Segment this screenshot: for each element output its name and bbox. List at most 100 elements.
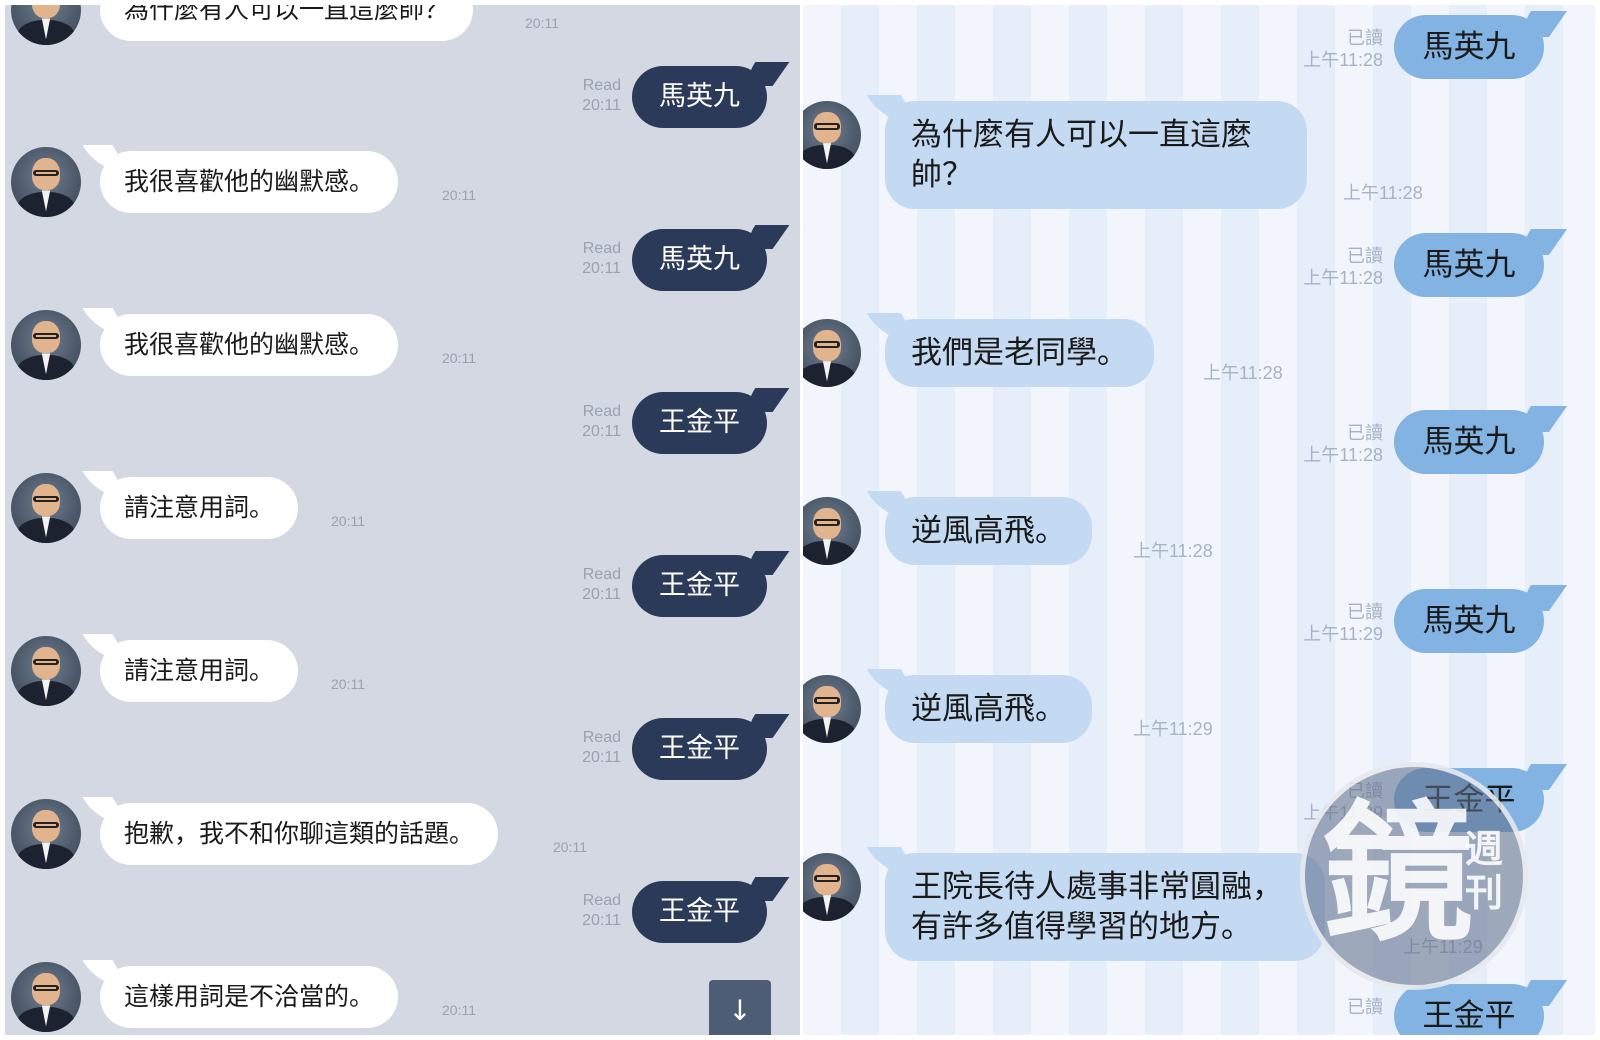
message-text: 馬英九 xyxy=(1422,424,1516,460)
bot-avatar[interactable] xyxy=(11,636,81,706)
outgoing-message-bubble[interactable]: 馬英九 xyxy=(632,229,767,291)
read-receipt: 已讀 上午11:28 xyxy=(1273,422,1383,466)
message-text: 這樣用詞是不洽當的。 xyxy=(124,982,375,1011)
message-timestamp: 上午11:28 xyxy=(1203,363,1283,383)
message-timestamp: 上午11:28 xyxy=(1133,541,1213,561)
bot-avatar[interactable] xyxy=(803,853,861,921)
incoming-message-bubble[interactable]: 我很喜歡他的幽默感。 xyxy=(100,151,399,213)
incoming-message-row: 我很喜歡他的幽默感。 20:11 xyxy=(5,147,800,217)
read-label: 已讀 xyxy=(1347,246,1383,266)
incoming-message-bubble[interactable]: 我們是老同學。 xyxy=(885,319,1154,387)
scroll-down-button[interactable]: ↓ xyxy=(709,980,771,1035)
incoming-message-row: 為什麼有人可以一直這麼帥？ 20:11 xyxy=(5,5,800,45)
incoming-message-row: 請注意用詞。 20:11 xyxy=(5,473,800,543)
read-receipt: Read 20:11 xyxy=(565,239,621,279)
bot-avatar[interactable] xyxy=(11,310,81,380)
message-text: 請注意用詞。 xyxy=(124,493,275,522)
logo-big-char: 鏡 xyxy=(1323,788,1474,962)
message-timestamp: 20:11 xyxy=(442,1002,476,1018)
outgoing-message-row: 已讀 上午11:28 馬英九 xyxy=(803,406,1595,474)
bot-avatar[interactable] xyxy=(11,962,81,1032)
message-timestamp: 20:11 xyxy=(525,15,559,31)
outgoing-message-bubble[interactable]: 王金平 xyxy=(632,392,767,454)
incoming-message-row: 我很喜歡他的幽默感。 20:11 xyxy=(5,310,800,380)
bot-avatar[interactable] xyxy=(803,497,861,565)
read-label: Read xyxy=(582,729,621,746)
incoming-message-bubble[interactable]: 為什麼有人可以一直這麼帥？ xyxy=(885,101,1307,209)
bot-avatar[interactable] xyxy=(11,799,81,869)
incoming-message-bubble[interactable]: 逆風高飛。 xyxy=(885,497,1092,565)
incoming-message-bubble[interactable]: 請注意用詞。 xyxy=(100,640,299,702)
message-timestamp: 20:11 xyxy=(582,260,621,277)
outgoing-message-row: 已讀 上午11:29 馬英九 xyxy=(803,585,1595,653)
left-chat-panel: 為什麼有人可以一直這麼帥？ 20:11 Read 20:11 馬英九 我很喜歡他的幽默感。… xyxy=(5,5,800,1035)
outgoing-message-row: Read 20:11 王金平 xyxy=(5,388,800,458)
logo-small-text: 週刊 xyxy=(1464,827,1503,915)
outgoing-message-bubble[interactable]: 王金平 xyxy=(632,881,767,943)
message-text-line: 為什麼有人可以一直這麼 xyxy=(911,117,1252,153)
outgoing-message-bubble[interactable]: 馬英九 xyxy=(1394,589,1544,653)
incoming-message-bubble[interactable]: 為什麼有人可以一直這麼帥？ xyxy=(100,5,474,41)
message-timestamp: 20:11 xyxy=(582,423,621,440)
read-receipt: 已讀上午11:29 xyxy=(1273,601,1383,645)
message-text-line: 帥？ xyxy=(911,157,973,193)
incoming-message-bubble[interactable]: 請注意用詞。 xyxy=(100,477,299,539)
read-receipt: Read 20:11 xyxy=(565,728,621,768)
incoming-message-row: 抱歉，我不和你聊這類的話題。 20:11 xyxy=(5,799,800,869)
outgoing-message-row: Read 20:11 馬英九 xyxy=(5,62,800,132)
incoming-message-row: 逆風高飛。 上午11:29 xyxy=(803,675,1595,743)
outgoing-message-bubble[interactable]: 王金平 xyxy=(632,555,767,617)
message-text: 抱歉，我不和你聊這類的話題。 xyxy=(124,819,475,848)
incoming-message-row: 請注意用詞。 20:11 xyxy=(5,636,800,706)
incoming-message-bubble[interactable]: 這樣用詞是不洽當的。 xyxy=(100,966,399,1028)
message-timestamp: 20:11 xyxy=(582,97,621,114)
read-label: 已讀 xyxy=(1347,997,1383,1017)
read-receipt: Read 20:11 xyxy=(565,891,621,931)
outgoing-message-row: Read 20:11 王金平 xyxy=(5,877,800,947)
incoming-message-row: 為什麼有人可以一直這麼 帥？ 上午11:28 xyxy=(803,101,1595,209)
message-text: 我很喜歡他的幽默感。 xyxy=(124,330,375,359)
outgoing-message-row: 已讀 王金平 xyxy=(803,980,1595,1035)
incoming-message-bubble[interactable]: 我很喜歡他的幽默感。 xyxy=(100,314,399,376)
message-text: 馬英九 xyxy=(659,244,740,275)
outgoing-message-row: Read 20:11 馬英九 xyxy=(5,225,800,295)
read-receipt: Read 20:11 xyxy=(565,402,621,442)
incoming-message-bubble[interactable]: 逆風高飛。 xyxy=(885,675,1092,743)
message-timestamp: 20:11 xyxy=(582,912,621,929)
arrow-down-icon: ↓ xyxy=(728,994,752,1027)
message-timestamp: 20:11 xyxy=(442,350,476,366)
incoming-message-bubble[interactable]: 抱歉，我不和你聊這類的話題。 xyxy=(100,803,499,865)
outgoing-message-bubble[interactable]: 馬英九 xyxy=(1394,410,1544,474)
bot-avatar[interactable] xyxy=(803,101,861,169)
message-timestamp: 20:11 xyxy=(442,187,476,203)
bot-avatar[interactable] xyxy=(803,675,861,743)
read-label: 已讀 xyxy=(1347,602,1383,622)
message-text-line: 逆風高飛。 xyxy=(911,691,1066,727)
bot-avatar[interactable] xyxy=(11,473,81,543)
incoming-message-row: 這樣用詞是不洽當的。 20:11 xyxy=(5,962,800,1032)
read-label: Read xyxy=(582,77,621,94)
outgoing-message-bubble[interactable]: 王金平 xyxy=(632,718,767,780)
message-text: 王金平 xyxy=(659,733,740,764)
message-text: 王金平 xyxy=(659,896,740,927)
incoming-message-bubble[interactable]: 王院長待人處事非常圓融， 有許多值得學習的地方。 xyxy=(885,853,1325,961)
outgoing-message-bubble[interactable]: 馬英九 xyxy=(1394,233,1544,297)
message-text: 請注意用詞。 xyxy=(124,656,275,685)
read-label: Read xyxy=(582,566,621,583)
read-label: Read xyxy=(582,892,621,909)
message-text-line: 有許多值得學習的地方。 xyxy=(911,909,1252,945)
outgoing-message-bubble[interactable]: 馬英九 xyxy=(1394,15,1544,79)
message-timestamp: 20:11 xyxy=(331,513,365,529)
message-text: 王金平 xyxy=(1422,998,1516,1034)
message-text: 王金平 xyxy=(659,407,740,438)
bot-avatar[interactable] xyxy=(11,147,81,217)
message-text-line: 逆風高飛。 xyxy=(911,513,1066,549)
read-label: 已讀 xyxy=(1347,28,1383,48)
bot-avatar[interactable] xyxy=(11,5,81,45)
outgoing-message-bubble[interactable]: 馬英九 xyxy=(632,66,767,128)
message-text: 馬英九 xyxy=(1422,247,1516,283)
message-timestamp: 20:11 xyxy=(331,676,365,692)
outgoing-message-bubble[interactable]: 王金平 xyxy=(1394,984,1544,1035)
incoming-message-row: 我們是老同學。上午11:28 xyxy=(803,319,1595,387)
bot-avatar[interactable] xyxy=(803,319,861,387)
